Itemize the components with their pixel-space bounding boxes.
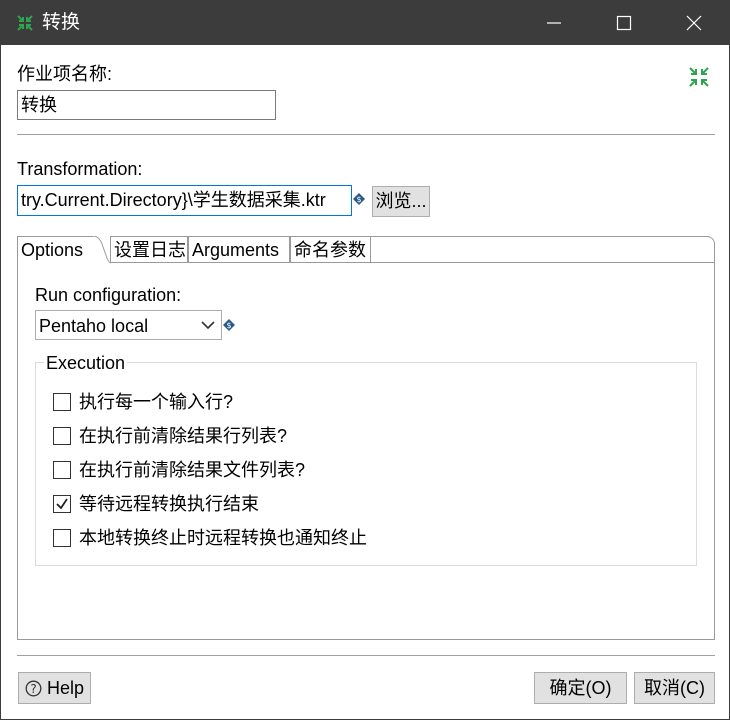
svg-text:$: $	[226, 321, 231, 330]
minimize-button[interactable]	[519, 1, 589, 45]
checkbox-row-each-input-row[interactable]: 执行每一个输入行?	[53, 390, 233, 414]
maximize-button[interactable]	[589, 1, 659, 45]
divider	[17, 655, 715, 656]
checkbox-row-notify-remote-stop[interactable]: 本地转换终止时远程转换也通知终止	[53, 526, 367, 550]
maximize-icon	[616, 15, 632, 31]
checkbox[interactable]	[53, 393, 71, 411]
close-button[interactable]	[659, 1, 729, 45]
kettle-transform-icon	[17, 15, 33, 31]
chevron-down-icon[interactable]	[195, 311, 221, 339]
tab-log-settings[interactable]: 设置日志	[110, 236, 188, 263]
run-config-label: Run configuration:	[35, 285, 182, 305]
tab-options[interactable]: Options	[17, 236, 95, 264]
dialog-window: 转换 作业项名称: 转换 Transformation: try.Current…	[0, 0, 730, 720]
tab-arguments[interactable]: Arguments	[188, 236, 290, 263]
run-config-select[interactable]: Pentaho local	[35, 310, 222, 340]
transformation-path-input[interactable]: try.Current.Directory}\学生数据采集.ktr	[17, 185, 352, 216]
checkbox-row-wait-remote[interactable]: 等待远程转换执行结束	[53, 492, 259, 516]
checkbox-checked[interactable]	[53, 495, 71, 513]
browse-button[interactable]: 浏览...	[372, 186, 430, 217]
title-bar[interactable]: 转换	[1, 1, 729, 45]
execution-group-title: Execution	[44, 352, 128, 374]
entry-name-label: 作业项名称:	[17, 64, 113, 84]
tab-options-slant	[93, 236, 111, 264]
tab-strip-border	[371, 236, 715, 263]
transform-entry-icon	[689, 67, 709, 87]
transformation-label: Transformation:	[17, 159, 143, 179]
tab-named-parameters[interactable]: 命名参数	[290, 236, 371, 263]
checkbox-row-clear-result-files[interactable]: 在执行前清除结果文件列表?	[53, 458, 305, 482]
checkbox-label: 执行每一个输入行?	[79, 392, 234, 412]
checkbox[interactable]	[53, 427, 71, 445]
divider	[17, 134, 715, 135]
checkbox[interactable]	[53, 529, 71, 547]
ok-button[interactable]: 确定(O)	[534, 672, 627, 704]
svg-text:?: ?	[30, 682, 36, 696]
checkbox-label: 本地转换终止时远程转换也通知终止	[79, 528, 367, 548]
help-icon: ?	[25, 680, 42, 697]
variable-icon: $	[353, 193, 365, 205]
svg-text:$: $	[356, 195, 361, 204]
close-icon	[686, 15, 702, 31]
checkmark-icon	[56, 498, 68, 510]
checkbox-row-clear-result-rows[interactable]: 在执行前清除结果行列表?	[53, 424, 287, 448]
checkbox-label: 在执行前清除结果行列表?	[79, 426, 288, 446]
run-config-value: Pentaho local	[39, 316, 149, 336]
checkbox[interactable]	[53, 461, 71, 479]
help-label: Help	[46, 678, 85, 698]
help-button[interactable]: ? Help	[18, 672, 91, 704]
minimize-icon	[547, 22, 561, 24]
checkbox-label: 在执行前清除结果文件列表?	[79, 460, 306, 480]
checkbox-label: 等待远程转换执行结束	[79, 494, 259, 514]
entry-name-input[interactable]: 转换	[17, 90, 276, 120]
window-title: 转换	[42, 12, 81, 33]
cancel-button[interactable]: 取消(C)	[634, 672, 715, 704]
variable-icon: $	[223, 319, 235, 331]
